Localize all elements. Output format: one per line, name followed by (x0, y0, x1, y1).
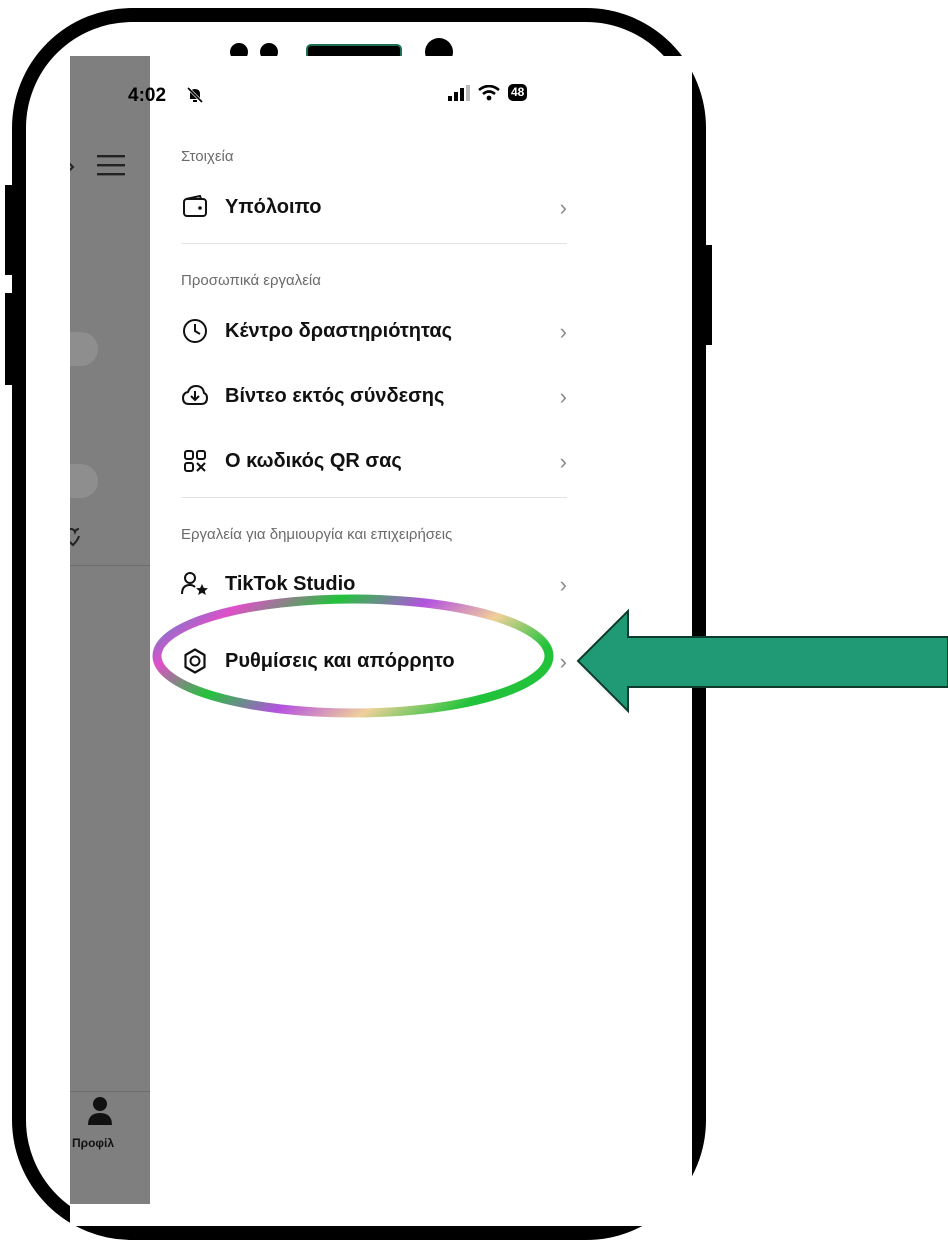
highlight-ellipse (152, 594, 554, 718)
heart-icon (70, 528, 80, 547)
divider (181, 243, 567, 244)
menu-item-qr-code[interactable]: Ο κωδικός QR σας › (181, 441, 567, 481)
section-title-items: Στοιχεία (181, 148, 234, 165)
hamburger-menu-icon[interactable] (97, 154, 127, 178)
chevron-right-icon: › (559, 449, 567, 474)
chevron-right-icon: › (559, 319, 567, 344)
background-pill (70, 464, 98, 498)
divider (70, 1091, 150, 1092)
qr-code-icon (181, 447, 209, 475)
section-title-creator-business-tools: Εργαλεία για δημιουργία και επιχειρήσεις (181, 526, 453, 543)
chevron-right-icon: › (559, 384, 567, 409)
background-pill (70, 332, 98, 366)
wallet-icon (181, 193, 209, 221)
clock-icon (181, 317, 209, 345)
menu-item-label: Βίντεο εκτός σύνδεσης (225, 384, 445, 407)
cloud-download-icon (181, 382, 209, 410)
menu-item-offline-videos[interactable]: Βίντεο εκτός σύνδεσης › (181, 376, 567, 416)
chevron-right-icon: › (559, 572, 567, 597)
chevron-right-icon: › (559, 195, 567, 220)
chevron-right-icon: › (559, 649, 567, 674)
wifi-icon (478, 84, 500, 100)
menu-item-label: Υπόλοιπο (225, 195, 322, 218)
profile-tab-label[interactable]: Προφίλ (72, 1136, 114, 1150)
status-time: 4:02 (128, 85, 167, 106)
signal-icon (448, 84, 470, 101)
menu-item-label: Κέντρο δραστηριότητας (225, 319, 453, 342)
profile-icon[interactable] (87, 1096, 113, 1126)
menu-item-activity-center[interactable]: Κέντρο δραστηριότητας › (181, 311, 567, 351)
dimmed-background-app[interactable]: Προφίλ (70, 56, 150, 1204)
menu-item-label: Ο κωδικός QR σας (225, 449, 402, 472)
status-indicators: 48 (448, 84, 528, 101)
battery-indicator: 48 (508, 84, 528, 101)
divider (181, 497, 567, 498)
section-title-personal-tools: Προσωπικά εργαλεία (181, 272, 321, 289)
chevron-right-icon (70, 162, 75, 172)
annotation-arrow (576, 608, 948, 714)
bell-muted-icon (186, 86, 204, 104)
divider (70, 565, 150, 566)
menu-item-balance[interactable]: Υπόλοιπο › (181, 187, 567, 227)
